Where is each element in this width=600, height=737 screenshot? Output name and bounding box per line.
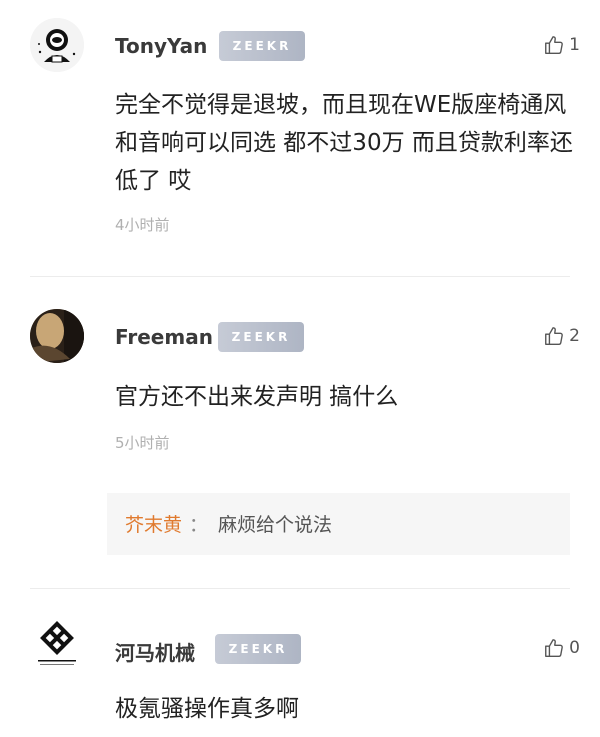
like-button[interactable]: 0 [543,637,580,659]
photo-avatar-icon [30,309,84,363]
logo-avatar-icon [38,621,76,665]
comment-text: 官方还不出来发声明 搞什么 [115,384,399,410]
brand-badge: ZEEKR [218,322,304,352]
avatar[interactable] [30,620,84,674]
timestamp: 5小时前 [115,434,170,452]
username[interactable]: 河马机械 [115,637,195,666]
like-count: 0 [569,638,580,658]
astronaut-avatar-icon [30,18,84,72]
like-button[interactable]: 2 [543,325,580,347]
thumbs-up-icon [545,639,564,657]
comment-text: 极氪骚操作真多啊 [115,696,299,722]
username[interactable]: TonyYan [115,34,207,58]
reply-separator: ： [189,514,209,536]
timestamp: 4小时前 [115,216,170,234]
thumbs-up-icon [545,327,564,345]
comment-text: 完全不觉得是退坡，而且现在WE版座椅通风和音响可以同选 都不过30万 而且贷款利… [115,92,573,194]
divider [30,588,570,589]
avatar[interactable] [30,309,84,363]
brand-badge: ZEEKR [215,634,301,664]
reply-box[interactable]: 芥末黄 ： 麻烦给个说法 [107,493,570,555]
username[interactable]: Freeman [115,325,213,349]
like-count: 1 [569,35,580,55]
avatar[interactable] [30,18,84,72]
reply-username[interactable]: 芥末黄 [125,510,182,537]
reply-text: 麻烦给个说法 [218,514,333,536]
thumbs-up-icon [545,36,564,54]
like-count: 2 [569,326,580,346]
like-button[interactable]: 1 [543,34,580,56]
divider [30,276,570,277]
brand-badge: ZEEKR [219,31,305,61]
